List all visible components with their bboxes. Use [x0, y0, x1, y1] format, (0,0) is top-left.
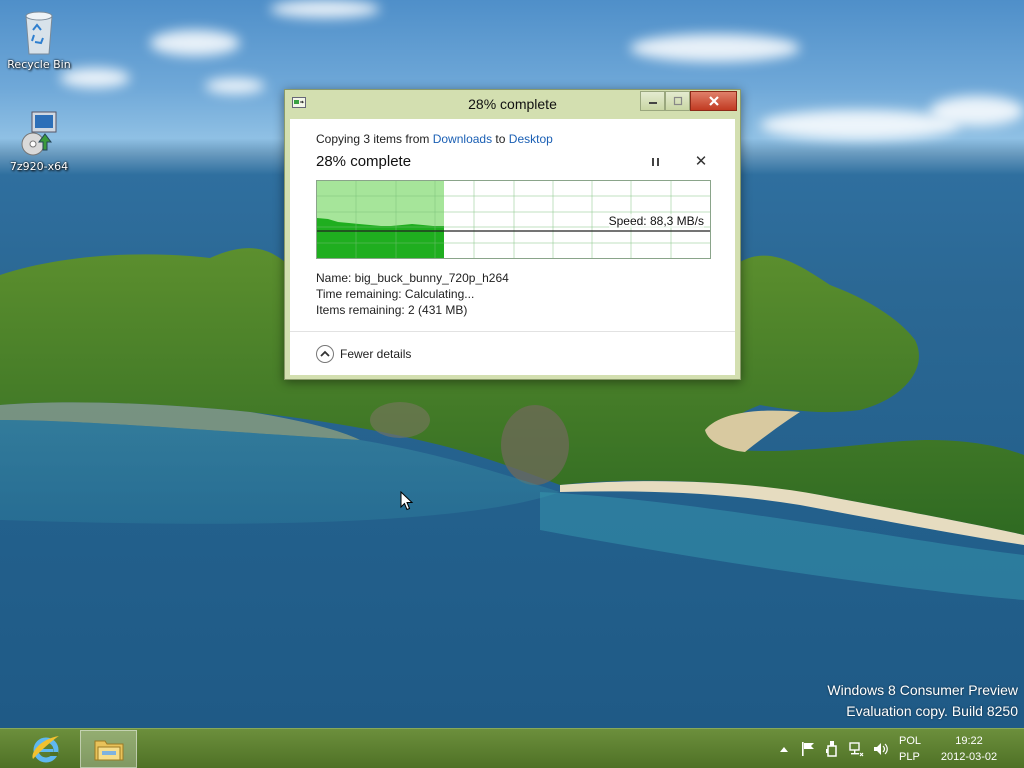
input-language-indicator[interactable]: POL PLP [899, 733, 921, 765]
progress-heading: 28% complete [316, 153, 412, 170]
recycle-bin-icon [25, 11, 53, 55]
installer-label: 7z920-x64 [9, 160, 69, 173]
language-code: POL [899, 735, 922, 747]
mouse-cursor-icon [400, 491, 414, 511]
copy-mid: to [492, 132, 509, 146]
dialog-titlebar[interactable]: 28% complete [285, 90, 740, 119]
copy-description: Copying 3 items from Downloads to Deskto… [316, 132, 553, 146]
pause-button[interactable] [648, 155, 662, 169]
taskbar: POL PLP 19:22 2012-03-02 [0, 728, 1024, 768]
pause-icon [656, 158, 659, 166]
speed-label: Speed: 88,3 MB/s [608, 214, 704, 228]
action-center-button[interactable] [796, 729, 820, 768]
safely-remove-hardware-button[interactable] [820, 729, 844, 768]
volume-icon [874, 743, 888, 755]
folder-icon [94, 740, 123, 761]
source-folder-link[interactable]: Downloads [433, 132, 492, 146]
close-button[interactable] [690, 91, 737, 111]
volume-button[interactable] [868, 729, 892, 768]
flag-icon [802, 742, 814, 756]
fewer-details-label: Fewer details [340, 347, 412, 361]
clock-date: 2012-03-02 [940, 751, 998, 763]
fewer-details-button[interactable]: Fewer details [316, 345, 411, 363]
copy-prefix: Copying 3 items from [316, 132, 433, 146]
show-hidden-icons-button[interactable] [772, 729, 796, 768]
minimize-icon [648, 102, 657, 104]
watermark-line-1: Windows 8 Consumer Preview [827, 682, 1018, 698]
usb-icon [826, 741, 837, 757]
close-icon [708, 96, 719, 106]
cancel-copy-button[interactable]: ✕ [694, 152, 708, 170]
maximize-icon [673, 96, 682, 106]
pause-icon [651, 158, 654, 166]
taskbar-clock[interactable]: 19:22 2012-03-02 [934, 733, 1004, 765]
desktop-icon-7zip-installer[interactable]: 7z920-x64 [1, 110, 77, 173]
watermark-line-2: Evaluation copy. Build 8250 [846, 703, 1018, 719]
recycle-bin-label: Recycle Bin [7, 58, 71, 71]
time-remaining-line: Time remaining: Calculating... [316, 287, 475, 301]
destination-folder-link[interactable]: Desktop [509, 132, 553, 146]
close-icon: ✕ [694, 152, 708, 170]
chevron-up-icon [780, 747, 788, 752]
desktop-icon-recycle-bin[interactable]: Recycle Bin [1, 8, 77, 71]
items-remaining-line: Items remaining: 2 (431 MB) [316, 303, 468, 317]
dialog-content: Copying 3 items from Downloads to Deskto… [290, 119, 735, 375]
network-button[interactable] [844, 729, 868, 768]
taskbar-file-explorer[interactable] [80, 730, 137, 768]
chevron-up-icon [316, 345, 334, 363]
copy-progress-dialog: 28% complete Copying 3 items from Downlo… [284, 89, 741, 380]
installer-icon [21, 111, 57, 156]
clock-time: 19:22 [955, 735, 983, 747]
build-watermark: Windows 8 Consumer Preview Evaluation co… [827, 680, 1018, 722]
transfer-speed-graph: Speed: 88,3 MB/s [316, 180, 711, 259]
keyboard-layout-code: PLP [899, 751, 920, 763]
network-icon [849, 742, 864, 757]
system-tray [772, 729, 892, 768]
taskbar-internet-explorer[interactable] [26, 731, 66, 767]
maximize-button[interactable] [665, 91, 690, 111]
ie-icon [32, 736, 59, 763]
minimize-button[interactable] [640, 91, 665, 111]
file-name-line: Name: big_buck_bunny_720p_h264 [316, 271, 509, 285]
details-separator [290, 331, 735, 332]
